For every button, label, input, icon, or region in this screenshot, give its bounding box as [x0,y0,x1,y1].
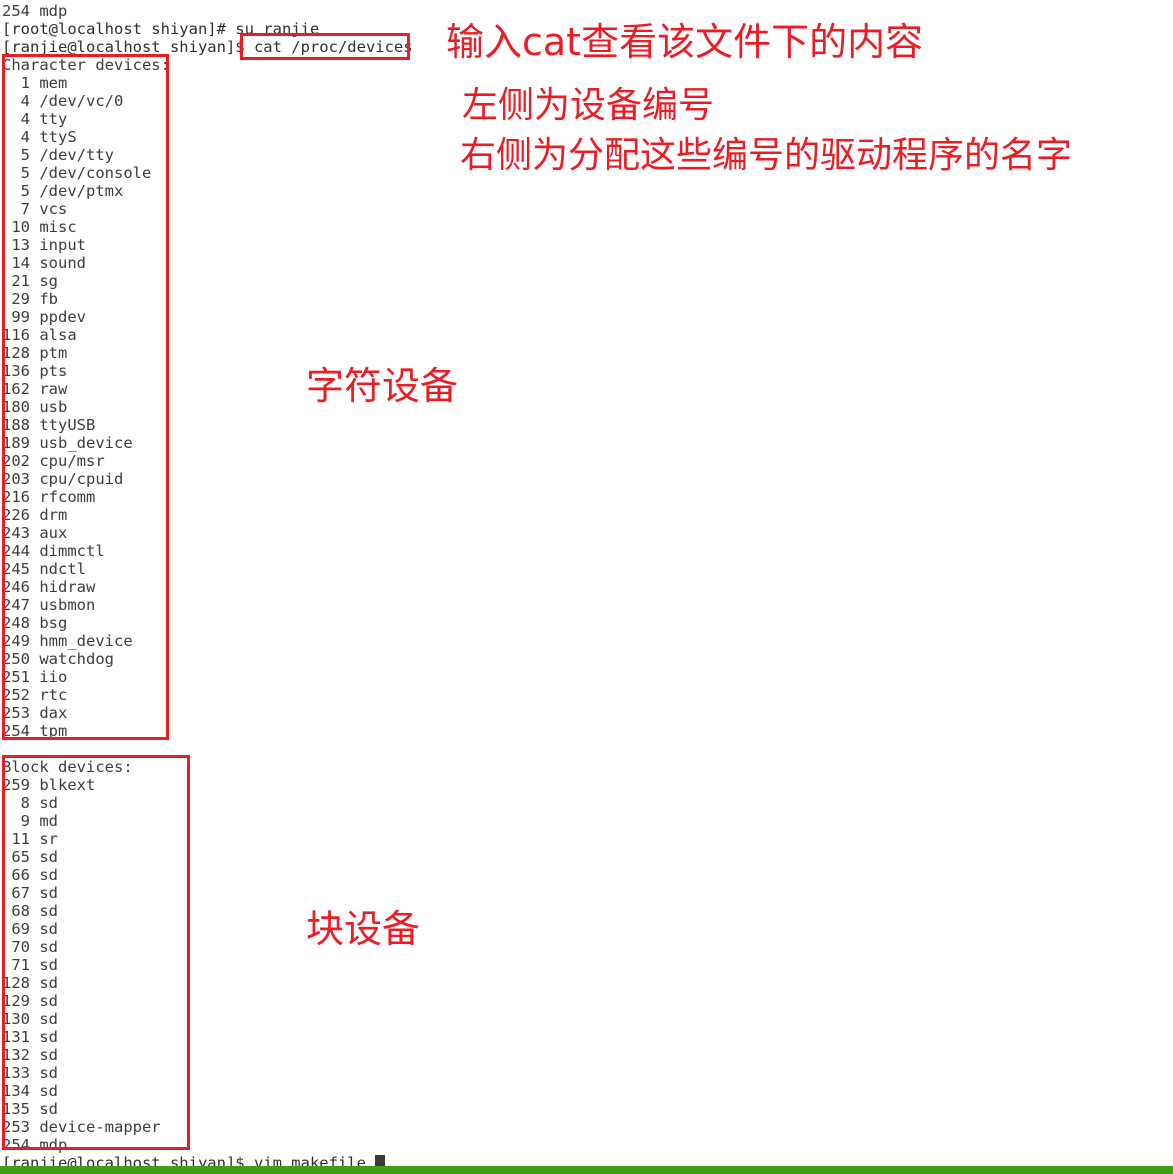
character-device-row: 247 usbmon [2,596,96,614]
character-device-row: 1 mem [2,74,68,92]
block-device-row: 68 sd [2,902,58,920]
taskbar-strip [0,1166,1173,1174]
character-device-row: 203 cpu/cpuid [2,470,124,488]
annotation-left-note: 左侧为设备编号 [462,85,715,126]
annotation-right-note: 右侧为分配这些编号的驱动程序的名字 [460,135,1073,176]
character-device-row: 13 input [2,236,86,254]
terminal-output[interactable]: 254 mdp [root@localhost shiyan]# su ranji… [0,0,1173,1174]
block-device-row: 65 sd [2,848,58,866]
block-device-row: 129 sd [2,992,58,1010]
character-device-row: 5 /dev/tty [2,146,114,164]
block-device-row: 135 sd [2,1100,58,1118]
character-device-row: 250 watchdog [2,650,114,668]
block-device-row: 70 sd [2,938,58,956]
block-device-row: 259 blkext [2,776,96,794]
character-device-row: 244 dimmctl [2,542,105,560]
character-device-row: 253 dax [2,704,68,722]
character-device-row: 116 alsa [2,326,77,344]
character-device-row: 14 sound [2,254,86,272]
character-device-row: 128 ptm [2,344,68,362]
annotation-character-devices-label: 字符设备 [306,364,459,408]
character-device-row: 226 drm [2,506,68,524]
block-device-row: 66 sd [2,866,58,884]
scrollback-line: 254 mdp [2,2,68,20]
character-devices-heading: Character devices: [2,56,170,74]
character-device-row: 7 vcs [2,200,68,218]
character-device-row: 99 ppdev [2,308,86,326]
prompt-line-1: [ranjie@localhost shiyan]$ cat /proc/dev… [2,38,413,56]
block-device-row: 133 sd [2,1064,58,1082]
prompt-line-0: [root@localhost shiyan]# su ranjie [2,20,320,38]
block-device-row: 132 sd [2,1046,58,1064]
block-device-row: 71 sd [2,956,58,974]
block-device-row: 130 sd [2,1010,58,1028]
character-device-row: 249 hmm_device [2,632,133,650]
character-device-row: 252 rtc [2,686,68,704]
character-device-row: 10 misc [2,218,77,236]
character-device-row: 254 tpm [2,722,68,740]
character-device-row: 162 raw [2,380,68,398]
block-device-row: 8 sd [2,794,58,812]
character-device-row: 188 ttyUSB [2,416,96,434]
character-device-row: 29 fb [2,290,58,308]
character-device-row: 4 ttyS [2,128,77,146]
annotation-command-note: 输入cat查看该文件下的内容 [446,20,924,64]
block-device-row: 9 md [2,812,58,830]
block-device-row: 253 device-mapper [2,1118,161,1136]
character-device-row: 216 rfcomm [2,488,96,506]
character-device-row: 243 aux [2,524,68,542]
character-device-row: 5 /dev/console [2,164,152,182]
character-device-row: 248 bsg [2,614,68,632]
block-device-row: 67 sd [2,884,58,902]
character-device-row: 202 cpu/msr [2,452,105,470]
block-device-row: 69 sd [2,920,58,938]
character-device-row: 245 ndctl [2,560,86,578]
character-device-row: 4 tty [2,110,68,128]
block-device-row: 11 sr [2,830,58,848]
annotation-block-devices-label: 块设备 [306,907,421,951]
character-device-row: 246 hidraw [2,578,96,596]
block-device-row: 128 sd [2,974,58,992]
character-device-row: 189 usb_device [2,434,133,452]
character-device-row: 4 /dev/vc/0 [2,92,124,110]
character-device-row: 180 usb [2,398,68,416]
character-device-row: 136 pts [2,362,68,380]
character-device-row: 251 iio [2,668,68,686]
block-device-row: 254 mdp [2,1136,68,1154]
block-device-row: 134 sd [2,1082,58,1100]
block-devices-heading: Block devices: [2,758,133,776]
character-device-row: 5 /dev/ptmx [2,182,124,200]
character-device-row: 21 sg [2,272,58,290]
block-device-row: 131 sd [2,1028,58,1046]
